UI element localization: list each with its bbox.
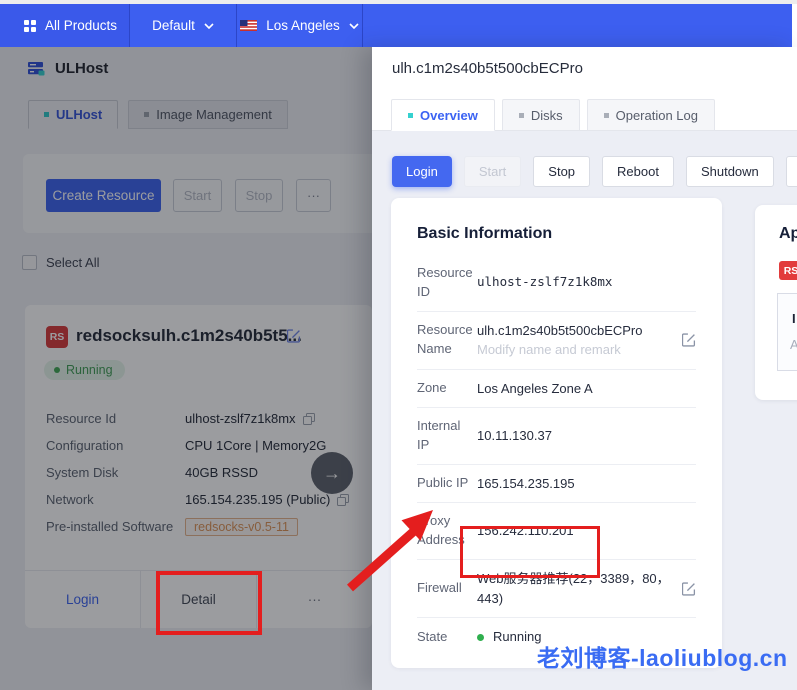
select-all-label: Select All	[46, 255, 99, 270]
top-navigation-bar: All Products Default Los Angeles	[0, 4, 792, 47]
field-row-system-disk: System Disk40GB RSSD	[46, 459, 346, 486]
drawer-shutdown-button[interactable]: Shutdown	[686, 156, 774, 187]
tab-operation-log[interactable]: Operation Log	[587, 99, 715, 131]
copy-icon[interactable]	[337, 494, 349, 506]
drawer-title: ulh.c1m2s40b5t500cbECPro	[392, 60, 583, 77]
project-label: Default	[152, 18, 195, 33]
running-dot-icon	[54, 367, 60, 373]
left-tab-bar: ULHost Image Management	[28, 100, 288, 129]
stop-button[interactable]: Stop	[235, 179, 283, 212]
drawer-start-button[interactable]: Start	[464, 156, 521, 187]
edit-icon[interactable]	[682, 582, 696, 596]
tab-disks[interactable]: Disks	[502, 99, 580, 131]
section-heading: Basic Information	[417, 225, 696, 243]
software-tag: redsocks-v0.5-11	[185, 518, 298, 536]
tab-dot-icon	[604, 113, 609, 118]
name-remark-placeholder: Modify name and remark	[477, 340, 643, 360]
copy-icon[interactable]	[303, 413, 315, 425]
detail-drawer: ulh.c1m2s40b5t500cbECPro OverviewDisksOp…	[372, 47, 797, 690]
resource-card-actions: LoginDetail···	[25, 570, 372, 628]
tab-image-management[interactable]: Image Management	[128, 100, 288, 129]
drawer-action-buttons: Login Start Stop Reboot Shutdown ···	[392, 156, 797, 187]
tab-dot-icon	[144, 112, 149, 117]
resource-card: RS redsocksulh.c1m2s40b5t5... Running Re…	[25, 305, 372, 628]
resource-type-badge: RS	[779, 261, 797, 280]
info-row-zone: ZoneLos Angeles Zone A	[417, 370, 696, 409]
all-products-menu[interactable]: All Products	[0, 4, 130, 47]
screen: All Products Default Los Angeles	[0, 0, 797, 690]
select-all-checkbox[interactable]	[22, 255, 37, 270]
chevron-down-icon	[349, 23, 359, 29]
us-flag-icon	[240, 20, 257, 31]
card-login-button[interactable]: Login	[25, 571, 140, 628]
edit-name-icon[interactable]	[287, 329, 301, 348]
drawer-more-button[interactable]: ···	[786, 156, 797, 187]
ulhost-list-panel: ULHost ULHost Image Management Create Res…	[0, 47, 372, 690]
create-resource-button[interactable]: Create Resource	[46, 179, 161, 212]
drawer-stop-button[interactable]: Stop	[533, 156, 590, 187]
resource-type-badge: RS	[46, 326, 68, 348]
info-row-public-ip: Public IP165.154.235.195	[417, 465, 696, 504]
edit-icon[interactable]	[682, 333, 696, 347]
start-button[interactable]: Start	[173, 179, 222, 212]
info-row-resource-id: Resource IDulhost-zslf7z1k8mx	[417, 255, 696, 312]
carousel-next-button[interactable]: →	[311, 452, 353, 494]
server-icon	[28, 61, 45, 76]
tab-ulhost[interactable]: ULHost	[28, 100, 118, 129]
tab-overview[interactable]: Overview	[391, 99, 495, 131]
region-label: Los Angeles	[266, 18, 340, 33]
info-row-proxy-address: Proxy Address156.242.110.201	[417, 503, 696, 560]
all-products-label: All Products	[45, 18, 117, 33]
card-more-button[interactable]: ···	[256, 571, 372, 628]
info-row-resource-name: Resource Nameulh.c1m2s40b5t500cbECProMod…	[417, 312, 696, 370]
running-dot-icon	[477, 634, 484, 641]
drawer-reboot-button[interactable]: Reboot	[602, 156, 674, 187]
resource-card-title: redsocksulh.c1m2s40b5t5...	[76, 326, 302, 346]
arrow-right-icon: →	[323, 463, 341, 484]
chevron-down-icon	[204, 23, 214, 29]
info-row-internal-ip: Internal IP10.11.130.37	[417, 408, 696, 465]
more-actions-button[interactable]: ···	[296, 179, 331, 212]
basic-information-card: Basic Information Resource IDulhost-zslf…	[391, 198, 722, 668]
resource-fields: Resource Idulhost-zslf7z1k8mxConfigurati…	[46, 405, 346, 540]
region-selector[interactable]: Los Angeles	[237, 4, 363, 47]
status-badge: Running	[44, 360, 125, 380]
tab-dot-icon	[519, 113, 524, 118]
field-row-configuration: ConfigurationCPU 1Core | Memory2G	[46, 432, 346, 459]
basic-information-rows: Resource IDulhost-zslf7z1k8mxResource Na…	[417, 255, 696, 656]
drawer-login-button[interactable]: Login	[392, 156, 452, 187]
secondary-card-heading: Ap	[779, 225, 797, 243]
drawer-tab-bar: OverviewDisksOperation Log	[372, 98, 797, 131]
info-row-firewall: FirewallWeb服务器推荐(22，3389，80，443)	[417, 560, 696, 618]
site-watermark: 老刘博客-laoliublog.cn	[537, 639, 788, 673]
card-detail-button[interactable]: Detail	[140, 571, 256, 628]
secondary-card-box: I A	[777, 293, 797, 371]
field-row-pre-installed-software: Pre-installed Softwareredsocks-v0.5-11	[46, 513, 346, 540]
field-row-resource-id: Resource Idulhost-zslf7z1k8mx	[46, 405, 346, 432]
page-title: ULHost	[55, 60, 108, 77]
field-row-network: Network165.154.235.195 (Public)	[46, 486, 346, 513]
tab-dot-icon	[44, 112, 49, 117]
project-selector[interactable]: Default	[130, 4, 237, 47]
grid-icon	[24, 20, 36, 32]
tab-dot-icon	[408, 113, 413, 118]
toolbar-card: Create Resource Start Stop ···	[23, 154, 372, 233]
secondary-card: Ap RS I A	[755, 205, 797, 400]
